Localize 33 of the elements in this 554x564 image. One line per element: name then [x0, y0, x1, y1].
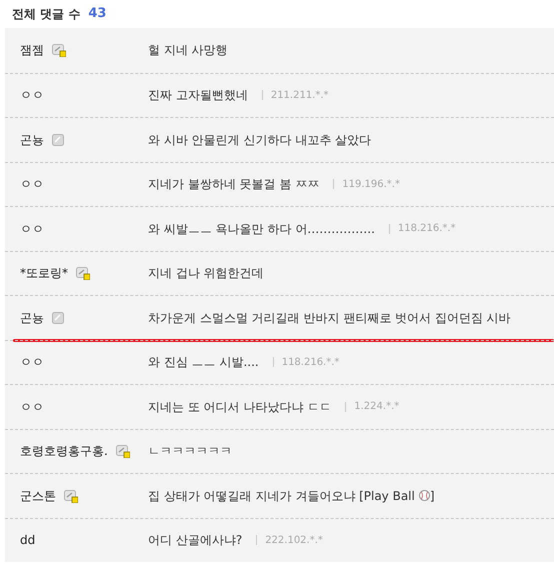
nickname: 호령호령홍구홍.: [20, 443, 108, 460]
comment-text: 지네는 또 어디서 나타났다냐 ㄷㄷ: [148, 398, 332, 416]
comment-text: 어디 산골에사냐?: [148, 532, 242, 550]
comment-count-label: 전체 댓글 수: [12, 6, 80, 23]
nickname: ㅇㅇ: [20, 176, 44, 194]
ip-address: 118.216.*.*: [398, 222, 456, 236]
comment-text: 지네 겁나 위험한건데: [148, 265, 264, 282]
comment-text: 와 씨발ㅡㅡ 욕나올만 하다 어……………..: [148, 220, 375, 238]
comment-text: 와 시바 안물린게 신기하다 내꼬추 살았다: [148, 132, 372, 149]
comment-text: 와 진심 ㅡㅡ 시발....: [148, 354, 259, 372]
nickname: dd: [20, 532, 36, 550]
ip-address: 1.224.*.*: [354, 400, 400, 414]
ip-address: 211.211.*.*: [270, 88, 329, 103]
nickname: ㅇㅇ: [20, 398, 44, 416]
comment-text: ㄴㅋㅋㅋㅋㅋㅋ: [148, 443, 232, 460]
nickname: 잼젬: [20, 42, 44, 60]
comment-text: 집 상태가 어떻길래 지네가 겨들어오냐 [Play Ball: [148, 488, 415, 505]
ip-address: 118.216.*.*: [282, 356, 340, 370]
nickname: ㅇㅇ: [20, 87, 44, 104]
nickname: 곤뇽: [20, 310, 44, 327]
comment-text-end: ]: [430, 488, 435, 505]
comment-text: 진짜 고자될뻔했네: [148, 87, 248, 104]
nickname: *또로링*: [20, 265, 68, 282]
nickname: ㅇㅇ: [20, 220, 44, 238]
ip-address: 222.102.*.*: [265, 534, 323, 548]
comment-text: 지네가 불쌍하네 못볼걸 봄 ㅉㅉ: [148, 176, 320, 194]
comment-text: 차가운게 스멀스멀 거리길래 반바지 팬티째로 벗어서 집어던짐 시바: [148, 310, 511, 327]
nickname: 군스톤: [20, 488, 56, 505]
ip-address: 119.196.*.*: [342, 178, 400, 192]
nickname: 곤뇽: [20, 132, 44, 149]
nickname: ㅇㅇ: [20, 354, 44, 372]
comment-count: 43: [88, 5, 106, 24]
comment-text: 헐 지네 사망행: [148, 42, 228, 60]
